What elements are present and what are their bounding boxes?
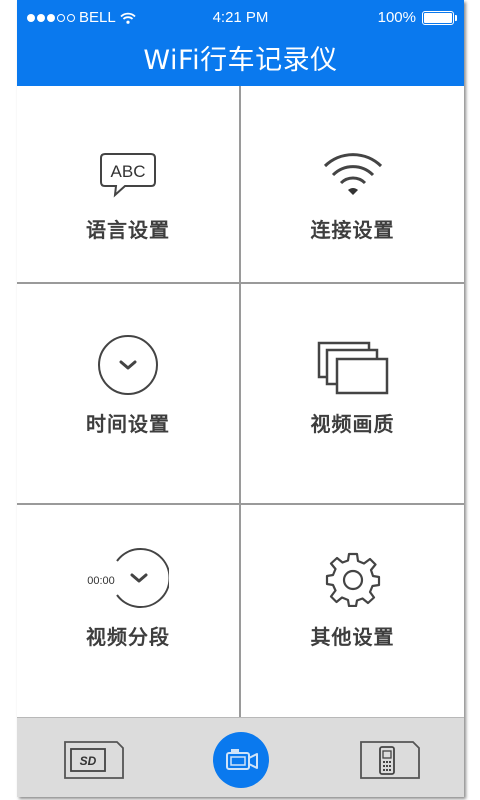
sd-card-icon: SD [64,741,124,779]
battery-icon [422,10,457,25]
menu-item-label: 其他设置 [310,625,395,649]
timer-segment-icon: 00:00 [87,548,169,608]
wifi-icon [323,153,382,195]
menu-item-connection[interactable]: 连接设置 [241,86,464,282]
menu-item-language[interactable]: ABC 语言设置 [17,86,239,282]
clock-chevron-icon [98,335,158,395]
menu-item-label: 语言设置 [86,218,170,242]
battery-status: 100% [377,9,457,26]
menu-item-label: 视频分段 [86,625,170,649]
stacked-screens-icon [317,341,388,395]
menu-item-video-quality[interactable]: 视频画质 [241,284,464,503]
grid-divider-horizontal [17,282,464,284]
camera-icon [226,749,258,770]
menu-item-label: 连接设置 [310,218,395,242]
grid-divider-vertical [239,86,241,717]
battery-percent: 100% [377,9,416,26]
language-abc-icon: ABC [100,153,156,198]
page-title: WiFi行车记录仪 [17,38,464,86]
grid-divider-horizontal [17,503,464,505]
menu-item-time[interactable]: 时间设置 [17,284,239,503]
gear-icon [325,552,380,607]
settings-grid: ABC 语言设置 连接设置 时间设置 视频画质 00:00 视频分段 其他设置 [17,86,464,717]
svg-text:00:00: 00:00 [87,575,115,587]
svg-text:ABC: ABC [111,162,146,181]
tab-camera[interactable] [213,732,269,788]
phone-icon [360,741,420,779]
menu-item-label: 时间设置 [86,412,170,436]
tab-phone[interactable] [359,738,421,782]
menu-item-other-settings[interactable]: 其他设置 [241,505,464,717]
status-bar: BELL 4:21 PM 100% [17,0,464,38]
tab-sd-card[interactable]: SD [63,738,125,782]
menu-item-label: 视频画质 [310,412,395,436]
app-screen: BELL 4:21 PM 100% WiFi行车记录仪 ABC 语言设置 连接设… [17,0,464,797]
menu-item-video-segment[interactable]: 00:00 视频分段 [17,505,239,717]
svg-text:SD: SD [80,754,97,768]
bottom-tab-bar: SD [17,717,464,797]
